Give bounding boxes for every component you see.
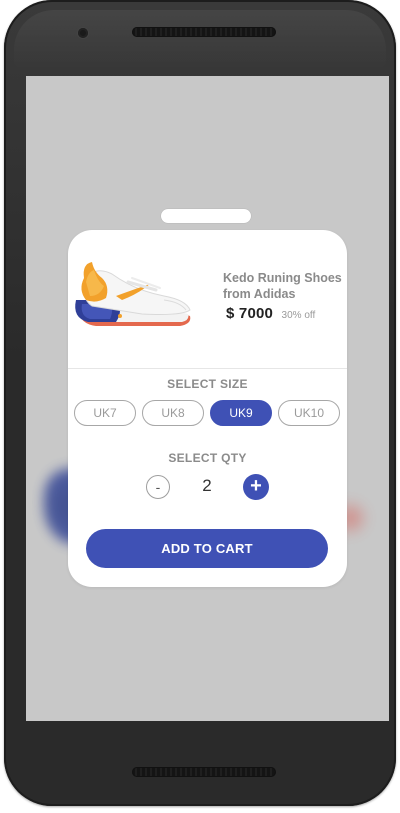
phone-frame: Kedo Runing Shoes from Adidas $ 7000 30%… [4, 0, 396, 806]
sneaker-image [75, 262, 191, 326]
quantity-value: 2 [202, 476, 212, 495]
size-option-uk7[interactable]: UK7 [74, 400, 136, 426]
select-size-label: SELECT SIZE [167, 377, 248, 391]
product-bottom-sheet: Kedo Runing Shoes from Adidas $ 7000 30%… [68, 230, 347, 587]
select-qty-label: SELECT QTY [168, 451, 247, 465]
product-summary: Kedo Runing Shoes from Adidas $ 7000 30%… [68, 230, 347, 368]
size-options: UK7 UK8 UK9 UK10 [74, 400, 341, 426]
price-row: $ 7000 30% off [226, 305, 315, 323]
divider [68, 368, 347, 369]
size-option-uk10[interactable]: UK10 [278, 400, 340, 426]
sheet-drag-handle[interactable] [161, 209, 251, 223]
bottom-speaker [132, 767, 276, 777]
minus-icon: - [155, 479, 161, 495]
plus-icon: + [250, 475, 262, 497]
discount-label: 30% off [281, 310, 316, 321]
screen: Kedo Runing Shoes from Adidas $ 7000 30%… [26, 76, 389, 721]
product-price: $ 7000 [226, 305, 274, 322]
product-title: Kedo Runing Shoes from Adidas [223, 271, 342, 301]
phone-sheen [14, 10, 386, 70]
size-option-uk8[interactable]: UK8 [142, 400, 204, 426]
add-to-cart-button[interactable]: ADD TO CART [86, 529, 328, 568]
size-option-uk9[interactable]: UK9 [210, 400, 272, 426]
earpiece-speaker [132, 27, 276, 37]
quantity-stepper: - 2 + [68, 474, 347, 502]
decrease-quantity-button[interactable]: - [146, 475, 170, 499]
front-camera [78, 28, 88, 38]
increase-quantity-button[interactable]: + [243, 474, 269, 500]
